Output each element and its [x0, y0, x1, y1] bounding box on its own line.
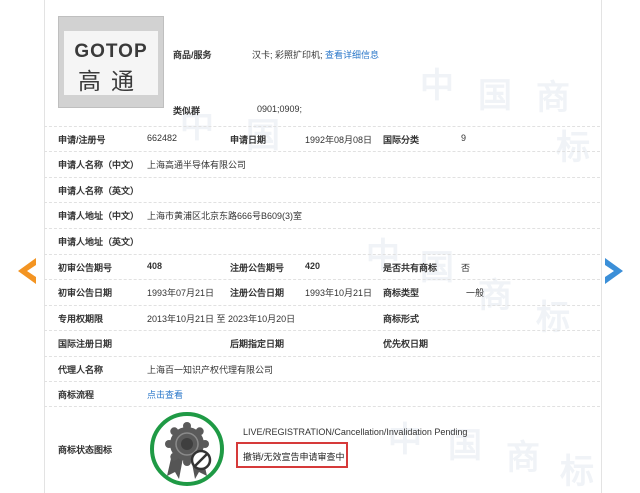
status-label: 商标状态图标 [58, 445, 113, 455]
reg-date-value: 1993年10月21日 [305, 288, 373, 298]
row-divider [44, 406, 600, 407]
row-divider [44, 330, 600, 331]
exclusive-term-value: 2013年10月21日 至 2023年10月20日 [147, 314, 296, 324]
prelim-issue-label: 初审公告期号 [58, 263, 113, 273]
mark-form-label: 商标形式 [383, 314, 420, 324]
address-en-label: 申请人地址（英文） [58, 237, 140, 247]
applicant-cn-label: 申请人名称（中文） [58, 160, 140, 170]
goods-list: 汉卡; 彩照扩印机; [252, 50, 323, 60]
prelim-date-label: 初审公告日期 [58, 288, 113, 298]
row-divider [44, 381, 600, 382]
exclusive-term-label: 专用权期限 [58, 314, 104, 324]
seal-prohibited-icon [150, 412, 224, 486]
reg-issue-value: 420 [305, 261, 321, 271]
shared-label: 是否共有商标 [383, 263, 438, 273]
intl-class-label: 国际分类 [383, 135, 420, 145]
row-divider [44, 305, 600, 306]
mark-type-label: 商标类型 [383, 288, 420, 298]
similar-group-label: 类似群 [173, 106, 201, 116]
reg-date-label: 注册公告日期 [230, 288, 285, 298]
row-divider [44, 202, 600, 203]
intl-reg-date-label: 国际注册日期 [58, 339, 113, 349]
address-cn-label: 申请人地址（中文） [58, 211, 140, 221]
chevron-left-icon[interactable] [14, 256, 38, 286]
reg-issue-label: 注册公告期号 [230, 263, 285, 273]
trademark-image: GOTOP 高通 [58, 16, 164, 108]
app-date-label: 申请日期 [230, 135, 267, 145]
process-label: 商标流程 [58, 390, 95, 400]
later-date-label: 后期指定日期 [230, 339, 285, 349]
row-divider [44, 126, 600, 127]
similar-group-value: 0901;0909; [257, 104, 303, 114]
prelim-date-value: 1993年07月21日 [147, 288, 215, 298]
goods-value: 汉卡; 彩照扩印机; 查看详细信息 [252, 48, 379, 61]
view-details-link[interactable]: 查看详细信息 [325, 50, 379, 60]
applicant-en-label: 申请人名称（英文） [58, 186, 140, 196]
row-divider [44, 254, 600, 255]
prelim-issue-value: 408 [147, 261, 163, 271]
trademark-text-en: GOTOP [74, 41, 148, 62]
reg-no-value: 662482 [147, 133, 178, 143]
status-text-cn: 撤销/无效宣告申请审查中 [243, 452, 345, 462]
intl-class-value: 9 [461, 133, 467, 143]
row-divider [44, 228, 600, 229]
status-text-en: LIVE/REGISTRATION/Cancellation/Invalidat… [243, 427, 468, 437]
shared-value: 否 [461, 263, 471, 273]
row-divider [44, 177, 600, 178]
agent-label: 代理人名称 [58, 365, 104, 375]
goods-label: 商品/服务 [173, 50, 212, 60]
row-divider [44, 356, 600, 357]
applicant-cn-value: 上海高通半导体有限公司 [147, 160, 247, 170]
process-link[interactable]: 点击查看 [147, 388, 183, 401]
trademark-text-cn: 高通 [78, 69, 144, 95]
app-date-value: 1992年08月08日 [305, 135, 373, 145]
priority-date-label: 优先权日期 [383, 339, 429, 349]
mark-type-value: 一般 [466, 288, 485, 298]
reg-no-label: 申请/注册号 [58, 135, 106, 145]
row-divider [44, 279, 600, 280]
chevron-right-icon[interactable] [603, 256, 627, 286]
agent-value: 上海百一知识产权代理有限公司 [147, 365, 274, 375]
row-divider [44, 151, 600, 152]
address-cn-value: 上海市黄浦区北京东路666号B609(3)室 [147, 211, 303, 221]
